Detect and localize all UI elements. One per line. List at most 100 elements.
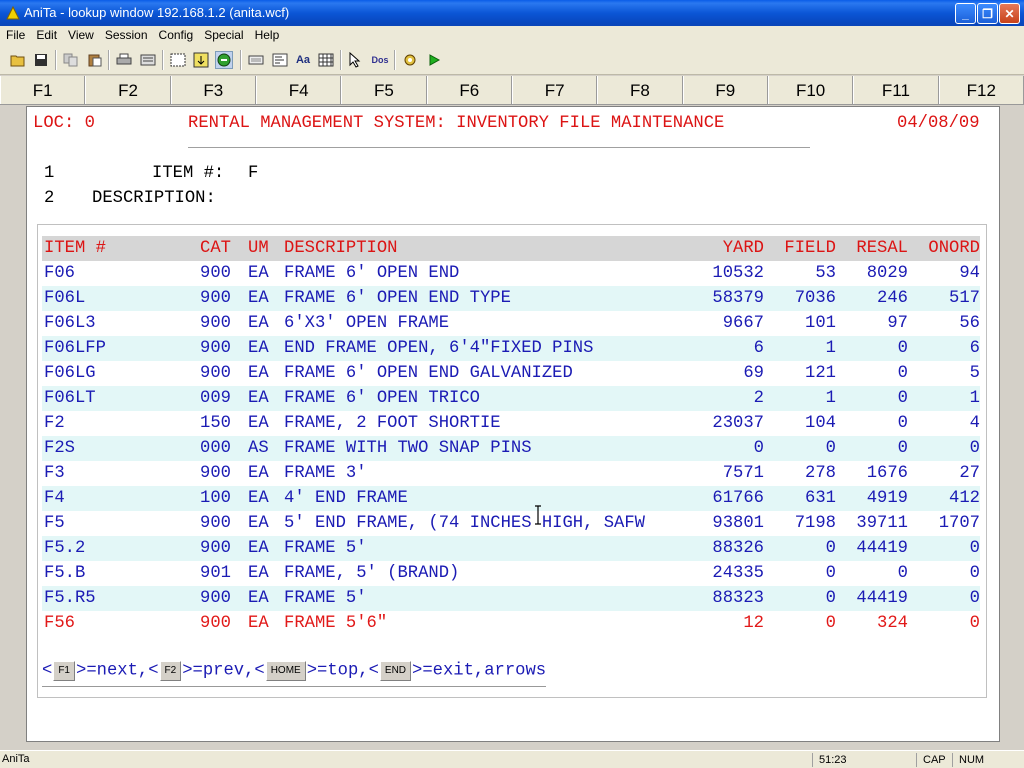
print-setup-icon[interactable] (139, 51, 157, 69)
cell-um: EA (248, 464, 269, 483)
paste-icon[interactable] (86, 51, 104, 69)
cell-onord: 4 (969, 414, 980, 433)
copy-icon[interactable] (62, 51, 80, 69)
table-row[interactable]: F06LT 009 EA FRAME 6' OPEN TRICO 2 1 0 1 (42, 386, 980, 411)
table-row[interactable]: F3 900 EA FRAME 3' 7571 278 1676 27 (42, 461, 980, 486)
cell-item: F5.2 (44, 539, 86, 558)
open-icon[interactable] (9, 51, 27, 69)
fkey-f10[interactable]: F10 (767, 76, 854, 104)
cell-desc: FRAME 5' (284, 539, 367, 558)
table-row-selected[interactable]: F56 900 EA FRAME 5'6" 12 0 324 0 (42, 611, 980, 636)
cell-field: 0 (825, 539, 836, 558)
cell-item: F5 (44, 514, 65, 533)
cell-resal: 4919 (866, 489, 908, 508)
cell-field: 104 (805, 414, 836, 433)
menu-config[interactable]: Config (153, 26, 199, 42)
title-bar[interactable]: AniTa - lookup window 192.168.1.2 (anita… (0, 0, 1024, 26)
cell-um: EA (248, 264, 269, 283)
title-divider (188, 147, 810, 148)
menu-edit[interactable]: Edit (30, 26, 62, 42)
close-button[interactable]: ✕ (999, 3, 1020, 24)
cell-cat: 000 (200, 439, 231, 458)
fkey-f9[interactable]: F9 (682, 76, 768, 104)
fkey-f12[interactable]: F12 (938, 76, 1024, 104)
cell-onord: 0 (969, 589, 980, 608)
fkey-f8[interactable]: F8 (597, 76, 683, 104)
cell-field: 0 (825, 589, 836, 608)
macro-icon[interactable] (271, 51, 289, 69)
save-icon[interactable] (32, 51, 50, 69)
table-row[interactable]: F5.R5 900 EA FRAME 5' 88323 0 44419 0 (42, 586, 980, 611)
field-number-1: 1 (44, 164, 55, 183)
cell-yard: 88323 (712, 589, 764, 608)
fkey-f7[interactable]: F7 (511, 76, 598, 104)
cell-desc: FRAME 6' OPEN TRICO (284, 389, 480, 408)
menu-file[interactable]: File (0, 26, 30, 42)
fkey-f4[interactable]: F4 (255, 76, 342, 104)
connect-icon[interactable] (215, 51, 233, 69)
table-row[interactable]: F06LG 900 EA FRAME 6' OPEN END GALVANIZE… (42, 361, 980, 386)
cell-desc: 6'X3' OPEN FRAME (284, 314, 450, 333)
print-icon[interactable] (115, 51, 133, 69)
capture-icon[interactable] (169, 51, 187, 69)
fkey-f6[interactable]: F6 (426, 76, 512, 104)
field-number-2: 2 (44, 189, 55, 208)
item-number-field[interactable]: F (248, 164, 258, 183)
table-row[interactable]: F4 100 EA 4' END FRAME 61766 631 4919 41… (42, 486, 980, 511)
table-row[interactable]: F2 150 EA FRAME, 2 FOOT SHORTIE 23037 10… (42, 411, 980, 436)
table-row[interactable]: F06 900 EA FRAME 6' OPEN END 10532 53 80… (42, 261, 980, 286)
menu-special[interactable]: Special (198, 26, 248, 42)
menu-view[interactable]: View (62, 26, 99, 42)
cell-um: EA (248, 314, 269, 333)
window-title: AniTa - lookup window 192.168.1.2 (anita… (24, 5, 290, 20)
font-icon[interactable]: Aa (294, 51, 312, 69)
col-field: FIELD (784, 239, 836, 258)
grid-icon[interactable] (317, 51, 335, 69)
description-label: DESCRIPTION: (92, 189, 216, 208)
key-end-button[interactable]: END (379, 661, 412, 681)
toolbar: Aa Dos (0, 45, 1024, 75)
cell-cat: 900 (200, 364, 231, 383)
key-f2-button[interactable]: F2 (159, 661, 182, 681)
maximize-button[interactable]: ❐ (977, 3, 998, 24)
table-row[interactable]: F06LFP 900 EA END FRAME OPEN, 6'4"FIXED … (42, 336, 980, 361)
key-f1-button[interactable]: F1 (53, 661, 75, 681)
cell-resal: 44419 (856, 589, 908, 608)
key-home-button[interactable]: HOME (265, 661, 306, 681)
cell-desc: 5' END FRAME, (74 INCHES HIGH, SAFW (284, 514, 645, 533)
cell-resal: 8029 (866, 264, 908, 283)
table-row[interactable]: F06L 900 EA FRAME 6' OPEN END TYPE 58379… (42, 286, 980, 311)
cell-um: EA (248, 539, 269, 558)
cell-item: F56 (44, 614, 75, 633)
settings-icon[interactable] (401, 51, 419, 69)
pointer-icon[interactable] (347, 51, 365, 69)
menu-session[interactable]: Session (99, 26, 153, 42)
cell-desc: FRAME 3' (284, 464, 367, 483)
cell-cat: 900 (200, 264, 231, 283)
keyboard-icon[interactable] (247, 51, 265, 69)
function-key-bar: F1 F2 F3 F4 F5 F6 F7 F8 F9 F10 F11 F12 (0, 76, 1024, 105)
dos-icon[interactable]: Dos (370, 51, 390, 69)
menu-help[interactable]: Help (249, 26, 285, 42)
cell-onord: 412 (949, 489, 980, 508)
minimize-button[interactable]: _ (955, 3, 976, 24)
fkey-f1[interactable]: F1 (0, 76, 86, 104)
cell-onord: 0 (969, 439, 980, 458)
cell-item: F2 (44, 414, 65, 433)
table-row[interactable]: F5.2 900 EA FRAME 5' 88326 0 44419 0 (42, 536, 980, 561)
table-row[interactable]: F06L3 900 EA 6'X3' OPEN FRAME 9667 101 9… (42, 311, 980, 336)
fkey-f2[interactable]: F2 (85, 76, 171, 104)
key-help-bar: < F1 >=next,< F2 >=prev,< HOME >=top,< END >=exi… (42, 661, 547, 687)
cell-resal: 0 (897, 564, 908, 583)
table-row[interactable]: F2S 000 AS FRAME WITH TWO SNAP PINS 0 0 … (42, 436, 980, 461)
table-row[interactable]: F5 900 EA 5' END FRAME, (74 INCHES HIGH,… (42, 511, 980, 536)
run-icon[interactable] (425, 51, 443, 69)
transfer-icon[interactable] (192, 51, 210, 69)
cell-yard: 58379 (712, 289, 764, 308)
fkey-f5[interactable]: F5 (341, 76, 427, 104)
cell-cat: 900 (200, 464, 231, 483)
cell-item: F06LT (44, 389, 96, 408)
fkey-f11[interactable]: F11 (853, 76, 939, 104)
fkey-f3[interactable]: F3 (170, 76, 256, 104)
table-row[interactable]: F5.B 901 EA FRAME, 5' (BRAND) 24335 0 0 … (42, 561, 980, 586)
